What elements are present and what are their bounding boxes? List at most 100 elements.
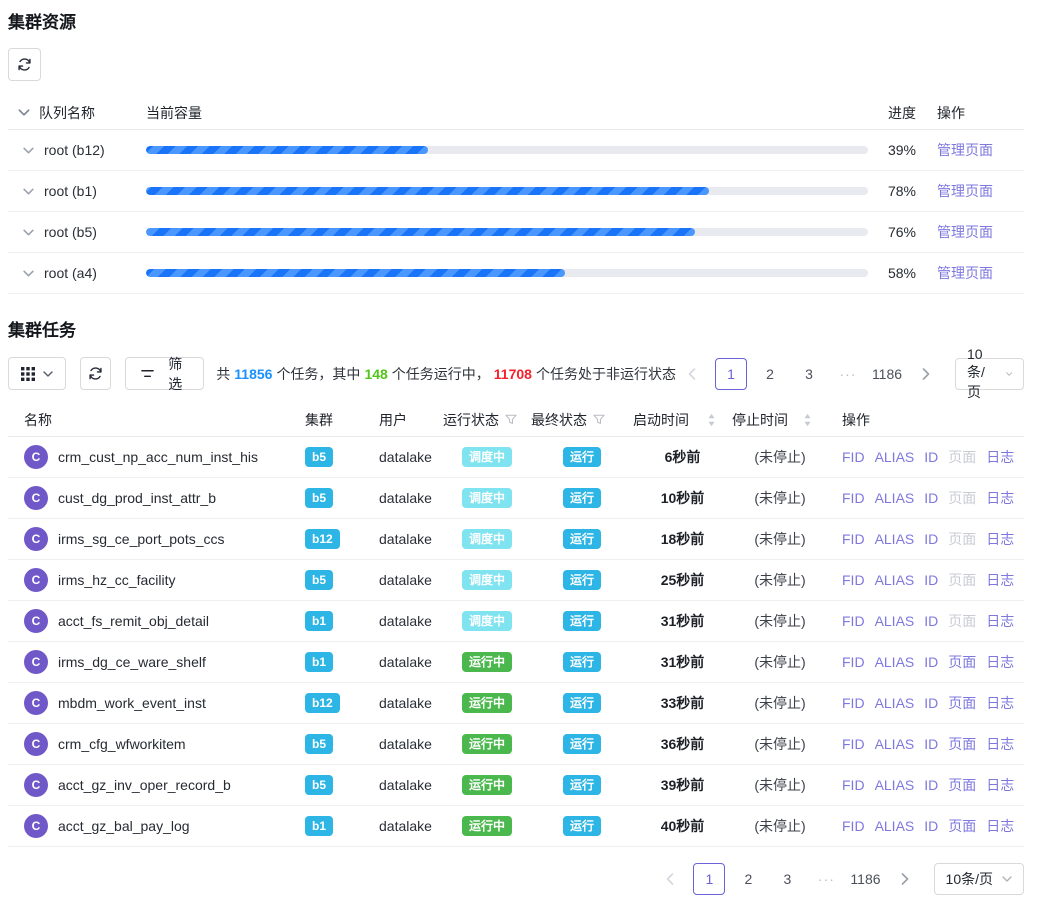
progress-percent: 58% [868, 265, 916, 281]
id-link[interactable]: ID [924, 449, 938, 465]
cluster-badge: b1 [305, 611, 333, 631]
alias-link[interactable]: ALIAS [875, 490, 915, 506]
user: datalake [379, 449, 443, 465]
sort-carets-icon[interactable] [803, 413, 812, 427]
fid-link[interactable]: FID [842, 654, 865, 670]
id-link[interactable]: ID [924, 613, 938, 629]
log-link[interactable]: 日志 [986, 488, 1014, 508]
progress-fill [146, 187, 709, 195]
page-button-3[interactable]: 3 [771, 863, 803, 895]
page-link[interactable]: 页面 [948, 693, 976, 713]
page-link[interactable]: 页面 [948, 775, 976, 795]
page-button-1[interactable]: 1 [693, 863, 725, 895]
log-link[interactable]: 日志 [986, 529, 1014, 549]
id-link[interactable]: ID [924, 654, 938, 670]
progress-percent: 78% [868, 183, 916, 199]
chevron-down-icon [43, 371, 53, 377]
alias-link[interactable]: ALIAS [875, 531, 915, 547]
fid-link[interactable]: FID [842, 490, 865, 506]
fid-link[interactable]: FID [842, 777, 865, 793]
manage-page-link[interactable]: 管理页面 [937, 183, 993, 199]
id-link[interactable]: ID [924, 531, 938, 547]
id-link[interactable]: ID [924, 695, 938, 711]
expand-chevron-icon[interactable] [23, 229, 34, 236]
page-size-select[interactable]: 10条/页 [934, 863, 1024, 895]
fid-link[interactable]: FID [842, 449, 865, 465]
page-link[interactable]: 页面 [948, 652, 976, 672]
id-link[interactable]: ID [924, 818, 938, 834]
fid-link[interactable]: FID [842, 572, 865, 588]
alias-link[interactable]: ALIAS [875, 449, 915, 465]
page-link[interactable]: 页面 [948, 816, 976, 836]
log-link[interactable]: 日志 [986, 447, 1014, 467]
expand-chevron-icon[interactable] [23, 147, 34, 154]
task-name: irms_dg_ce_ware_shelf [58, 654, 206, 670]
pagination-ellipsis[interactable]: ··· [810, 863, 842, 895]
alias-link[interactable]: ALIAS [875, 695, 915, 711]
log-link[interactable]: 日志 [986, 734, 1014, 754]
fid-link[interactable]: FID [842, 736, 865, 752]
page-link[interactable]: 页面 [948, 488, 976, 508]
fid-link[interactable]: FID [842, 531, 865, 547]
pagination-ellipsis[interactable]: ··· [832, 358, 864, 390]
fid-link[interactable]: FID [842, 613, 865, 629]
alias-link[interactable]: ALIAS [875, 818, 915, 834]
page-button-1[interactable]: 1 [715, 358, 747, 390]
id-link[interactable]: ID [924, 736, 938, 752]
log-link[interactable]: 日志 [986, 611, 1014, 631]
log-link[interactable]: 日志 [986, 693, 1014, 713]
next-page-button[interactable] [910, 358, 942, 390]
log-link[interactable]: 日志 [986, 775, 1014, 795]
page-link[interactable]: 页面 [948, 611, 976, 631]
page-link[interactable]: 页面 [948, 529, 976, 549]
alias-link[interactable]: ALIAS [875, 777, 915, 793]
next-page-button[interactable] [889, 863, 921, 895]
fid-link[interactable]: FID [842, 818, 865, 834]
expand-chevron-icon[interactable] [23, 270, 34, 277]
alias-link[interactable]: ALIAS [875, 572, 915, 588]
prev-page-button[interactable] [676, 358, 708, 390]
refresh-tasks-button[interactable] [80, 357, 111, 390]
queue-row: root (b5) 76% 管理页面 [8, 212, 1024, 253]
task-name: crm_cfg_wfworkitem [58, 736, 186, 752]
cluster-badge: b5 [305, 734, 333, 754]
page-link[interactable]: 页面 [948, 734, 976, 754]
page-button-last[interactable]: 1186 [871, 358, 903, 390]
log-link[interactable]: 日志 [986, 652, 1014, 672]
filter-funnel-icon[interactable] [505, 414, 517, 425]
id-link[interactable]: ID [924, 777, 938, 793]
alias-link[interactable]: ALIAS [875, 613, 915, 629]
manage-page-link[interactable]: 管理页面 [937, 142, 993, 158]
sort-carets-icon[interactable] [707, 413, 716, 427]
manage-page-link[interactable]: 管理页面 [937, 265, 993, 281]
refresh-button[interactable] [8, 48, 41, 81]
column-settings-button[interactable] [8, 357, 66, 390]
manage-page-link[interactable]: 管理页面 [937, 224, 993, 240]
page-button-last[interactable]: 1186 [849, 863, 881, 895]
alias-link[interactable]: ALIAS [875, 736, 915, 752]
run-state-badge: 调度中 [462, 611, 512, 631]
page-size-select[interactable]: 10条/页 [955, 358, 1024, 390]
page-button-2[interactable]: 2 [754, 358, 786, 390]
log-link[interactable]: 日志 [986, 570, 1014, 590]
stop-time: (未停止) [732, 529, 828, 549]
filter-funnel-icon[interactable] [593, 414, 605, 425]
id-link[interactable]: ID [924, 490, 938, 506]
user: datalake [379, 818, 443, 834]
page-size-value: 10条/页 [967, 346, 997, 402]
filter-button[interactable]: 筛选 [125, 357, 204, 390]
expand-chevron-icon[interactable] [23, 188, 34, 195]
expand-all-chevron-icon[interactable] [18, 109, 30, 116]
fid-link[interactable]: FID [842, 695, 865, 711]
prev-page-button[interactable] [654, 863, 686, 895]
alias-link[interactable]: ALIAS [875, 654, 915, 670]
page-link[interactable]: 页面 [948, 570, 976, 590]
id-link[interactable]: ID [924, 572, 938, 588]
page-button-2[interactable]: 2 [732, 863, 764, 895]
page-button-3[interactable]: 3 [793, 358, 825, 390]
page-size-value: 10条/页 [946, 869, 993, 889]
progress-bar [146, 187, 868, 195]
log-link[interactable]: 日志 [986, 816, 1014, 836]
page-link[interactable]: 页面 [948, 447, 976, 467]
refresh-icon [17, 57, 32, 72]
